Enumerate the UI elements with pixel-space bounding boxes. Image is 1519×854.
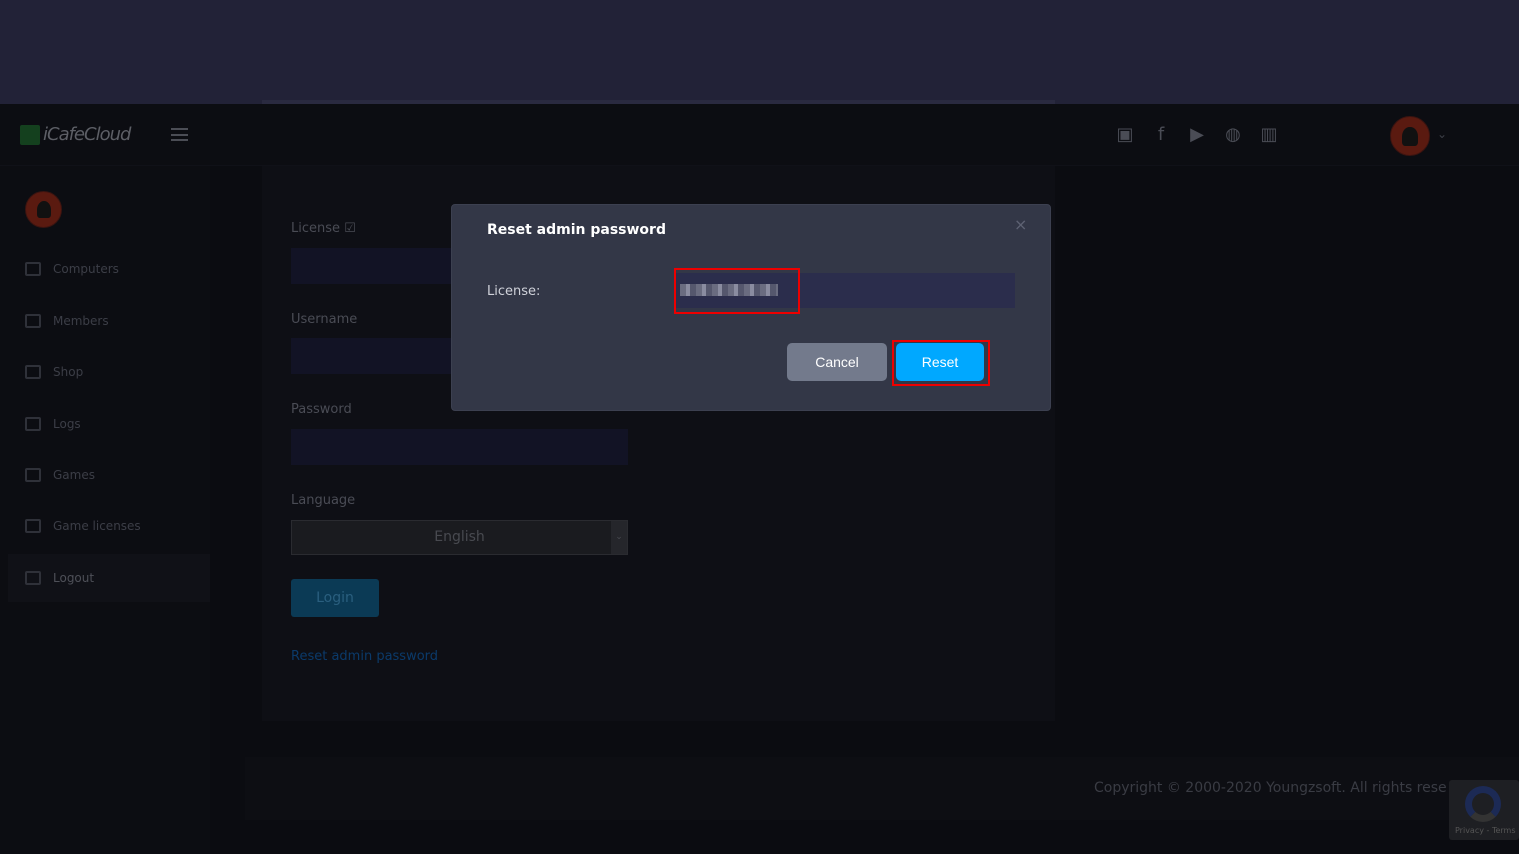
close-icon[interactable]: × — [1014, 215, 1027, 234]
globe-icon[interactable]: ◍ — [1222, 124, 1244, 146]
book-icon[interactable]: ▥ — [1258, 124, 1280, 146]
hamburger-menu-icon[interactable] — [171, 128, 188, 141]
sidebar-item-game-licenses[interactable]: Game licenses — [25, 519, 141, 533]
language-value: English — [434, 529, 485, 545]
copyright-text: Copyright © 2000-2020 Youngzsoft. All ri… — [1094, 780, 1446, 796]
calendar-icon — [25, 417, 41, 431]
password-label: Password — [291, 402, 352, 417]
sidebar-item-computers[interactable]: Computers — [25, 262, 119, 276]
password-input[interactable] — [291, 429, 628, 465]
sidebar-item-members[interactable]: Members — [25, 314, 109, 328]
cancel-button[interactable]: Cancel — [787, 343, 887, 381]
reset-admin-password-link[interactable]: Reset admin password — [291, 649, 438, 664]
logo-icon — [20, 124, 40, 145]
recaptcha-links[interactable]: Privacy - Terms — [1455, 826, 1516, 835]
sidebar-item-logout[interactable]: Logout — [8, 554, 210, 602]
label: Logout — [53, 571, 95, 585]
sidebar-item-shop[interactable]: Shop — [25, 365, 83, 379]
modal-license-label: License: — [487, 284, 541, 299]
reset-password-modal: Reset admin password × License: Cancel R… — [451, 204, 1051, 411]
users-icon — [25, 314, 41, 328]
sidebar-avatar — [25, 191, 62, 228]
label: Games — [53, 468, 95, 482]
social-icons: ▣ f ▶ ◍ ▥ — [1114, 124, 1280, 146]
sidebar-item-games[interactable]: Games — [25, 468, 95, 482]
label: Shop — [53, 365, 84, 379]
username-label: Username — [291, 312, 358, 327]
youtube-icon[interactable]: ▶ — [1186, 124, 1208, 146]
chevron-down-icon: ⌄ — [611, 521, 627, 554]
login-button[interactable]: Login — [291, 579, 379, 617]
facebook-icon[interactable]: f — [1150, 124, 1172, 146]
logout-icon — [25, 571, 41, 585]
header — [0, 104, 1519, 166]
highlight-box — [674, 268, 800, 314]
top-band — [0, 0, 1519, 104]
label: Game licenses — [53, 519, 141, 533]
sidebar-item-logs[interactable]: Logs — [25, 417, 81, 431]
label: Logs — [53, 417, 81, 431]
modal-title: Reset admin password — [487, 222, 666, 238]
language-label: Language — [291, 493, 356, 508]
language-select[interactable]: English ⌄ — [291, 520, 628, 555]
chevron-down-icon[interactable]: ⌄ — [1437, 127, 1447, 141]
label: Computers — [53, 262, 119, 276]
monitor-icon — [25, 262, 41, 276]
cart-icon — [25, 365, 41, 379]
license-label: License ☑ — [291, 221, 356, 236]
license-icon — [25, 519, 41, 533]
discord-icon[interactable]: ▣ — [1114, 124, 1136, 146]
label: Members — [53, 314, 109, 328]
highlight-box — [892, 340, 990, 386]
user-avatar[interactable] — [1390, 116, 1430, 156]
logo[interactable]: iCafeCloud — [20, 124, 131, 145]
recaptcha-badge[interactable]: Privacy - Terms — [1449, 780, 1519, 840]
brand-name: iCafeCloud — [43, 124, 131, 145]
recaptcha-icon — [1465, 786, 1501, 822]
gamepad-icon — [25, 468, 41, 482]
